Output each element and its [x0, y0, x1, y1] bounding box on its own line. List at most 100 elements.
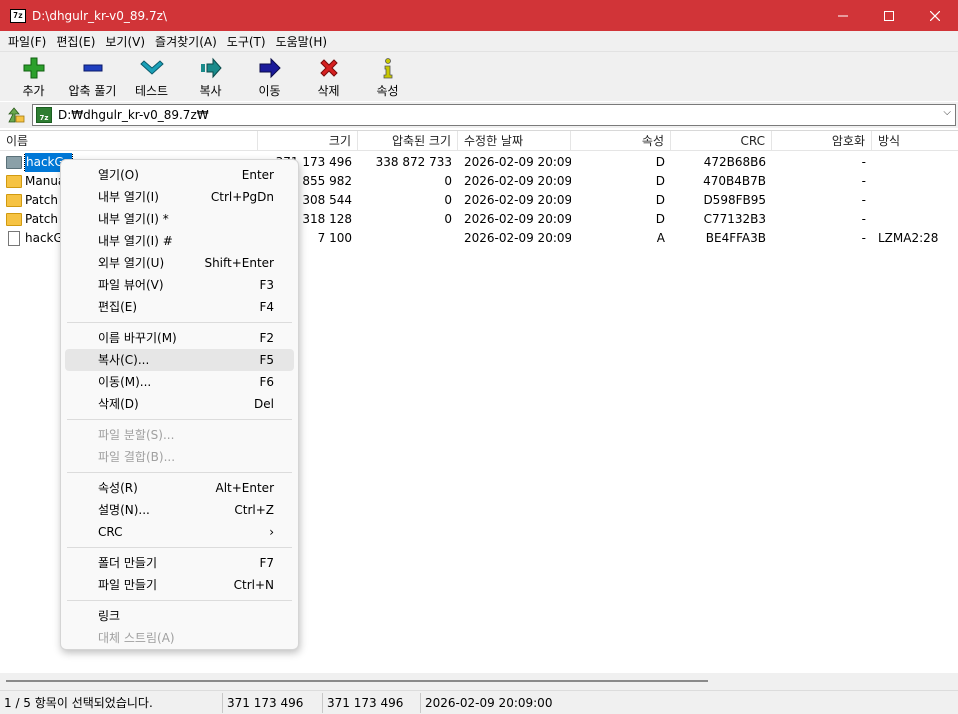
menu-shortcut: F2	[259, 331, 274, 345]
menu-delete[interactable]: 삭제(D) Del	[65, 393, 294, 415]
menu-copy[interactable]: 복사(C)... F5	[65, 349, 294, 371]
extract-label: 압축 풀기	[68, 83, 117, 98]
menu-label: CRC	[98, 525, 123, 539]
menu-open-inside-hash[interactable]: 내부 열기(I) #	[65, 230, 294, 252]
file-packed-size: 0	[444, 174, 452, 188]
move-arrow-icon	[258, 56, 282, 80]
menu-label: 이동(M)...	[98, 375, 152, 389]
menu-open[interactable]: 열기(O) Enter	[65, 164, 294, 186]
chevron-right-icon: ›	[269, 525, 274, 539]
extract-button[interactable]: 압축 풀기	[63, 52, 122, 102]
menu-separator	[67, 419, 292, 420]
menu-shortcut: F4	[259, 300, 274, 314]
info-icon	[376, 56, 400, 80]
column-modified[interactable]: 수정한 날짜	[458, 131, 571, 151]
menu-open-inside[interactable]: 내부 열기(I) Ctrl+PgDn	[65, 186, 294, 208]
status-packed: 371 173 496	[323, 692, 421, 713]
menu-label: 내부 열기(I)	[98, 190, 159, 204]
column-encrypted[interactable]: 암호화	[772, 131, 872, 151]
menu-tools[interactable]: 도구(T)	[222, 33, 271, 50]
menu-edit[interactable]: 편집(E) F4	[65, 296, 294, 318]
file-packed-size: 0	[444, 193, 452, 207]
menu-crc[interactable]: CRC ›	[65, 521, 294, 543]
column-header: 이름 크기 압축된 크기 수정한 날짜 속성 CRC 암호화 방식	[0, 131, 958, 151]
file-modified: 2026-02-09 20:09	[464, 212, 571, 226]
window-title: D:\dhgulr_kr-v0_89.7z\	[32, 8, 167, 23]
menu-edit[interactable]: 편집(E)	[51, 33, 100, 50]
file-method	[872, 172, 958, 191]
file-encrypted: -	[861, 174, 866, 188]
file-method	[872, 191, 958, 210]
column-name[interactable]: 이름	[0, 131, 258, 151]
menu-favorites[interactable]: 즐겨찾기(A)	[150, 33, 222, 50]
menu-help[interactable]: 도움말(H)	[271, 33, 333, 50]
folder-icon	[6, 194, 22, 207]
menu-open-outside[interactable]: 외부 열기(U) Shift+Enter	[65, 252, 294, 274]
file-crc: 472B68B6	[703, 155, 766, 169]
move-label: 이동	[258, 83, 281, 98]
menu-separator	[67, 600, 292, 601]
folder-icon	[6, 175, 22, 188]
menu-combine: 파일 결합(B)...	[65, 446, 294, 468]
column-crc[interactable]: CRC	[671, 131, 772, 151]
menu-label: 삭제(D)	[98, 397, 139, 411]
file-crc: D598FB95	[703, 193, 766, 207]
menu-view[interactable]: 파일 뷰어(V) F3	[65, 274, 294, 296]
menu-shortcut: Enter	[241, 168, 274, 182]
file-attributes: D	[655, 155, 665, 169]
column-attributes[interactable]: 속성	[571, 131, 671, 151]
up-folder-button[interactable]	[4, 103, 28, 127]
delete-button[interactable]: 삭제	[299, 52, 358, 102]
menu-shortcut: Ctrl+PgDn	[210, 190, 274, 204]
menu-properties[interactable]: 속성(R) Alt+Enter	[65, 477, 294, 499]
properties-button[interactable]: 속성	[358, 52, 417, 102]
close-button[interactable]	[912, 0, 958, 31]
menu-split: 파일 분할(S)...	[65, 424, 294, 446]
file-attributes: D	[655, 212, 665, 226]
menu-create-folder[interactable]: 폴더 만들기 F7	[65, 552, 294, 574]
copy-arrow-icon	[199, 56, 223, 80]
file-name: Patch	[25, 212, 58, 226]
scrollbar-thumb[interactable]	[6, 680, 708, 682]
menu-label: 속성(R)	[98, 481, 138, 495]
column-method[interactable]: 방식	[872, 131, 958, 151]
file-packed-size: 0	[444, 212, 452, 226]
chevron-down-icon[interactable]: ⌵	[943, 107, 951, 118]
copy-button[interactable]: 복사	[181, 52, 240, 102]
minimize-button[interactable]	[820, 0, 866, 31]
7zip-app-icon: 7z	[10, 8, 26, 23]
file-crc: C77132B3	[703, 212, 766, 226]
menu-shortcut: F6	[259, 375, 274, 389]
file-attributes: A	[656, 231, 665, 245]
test-button[interactable]: 테스트	[122, 52, 181, 102]
file-modified: 2026-02-09 20:09	[464, 231, 571, 245]
menu-view[interactable]: 보기(V)	[100, 33, 150, 50]
menu-move[interactable]: 이동(M)... F6	[65, 371, 294, 393]
column-packed-size[interactable]: 압축된 크기	[358, 131, 458, 151]
address-input[interactable]: 7z D:₩dhgulr_kr-v0_89.7z₩ ⌵	[32, 104, 956, 126]
file-modified: 2026-02-09 20:09	[464, 193, 571, 207]
address-bar: 7z D:₩dhgulr_kr-v0_89.7z₩ ⌵	[0, 102, 958, 128]
file-modified: 2026-02-09 20:09	[464, 174, 571, 188]
menu-comment[interactable]: 설명(N)... Ctrl+Z	[65, 499, 294, 521]
address-path: D:₩dhgulr_kr-v0_89.7z₩	[58, 108, 209, 122]
menu-open-inside-star[interactable]: 내부 열기(I) *	[65, 208, 294, 230]
horizontal-scrollbar[interactable]	[0, 673, 958, 690]
plus-icon	[22, 56, 46, 80]
add-button[interactable]: 추가	[4, 52, 63, 102]
file-encrypted: -	[861, 231, 866, 245]
file-crc: 470B4B7B	[703, 174, 766, 188]
move-button[interactable]: 이동	[240, 52, 299, 102]
menu-shortcut: F3	[259, 278, 274, 292]
status-selection: 1 / 5 항목이 선택되었습니다.	[0, 692, 223, 713]
menu-label: 파일 결합(B)...	[98, 450, 176, 464]
menu-file[interactable]: 파일(F)	[3, 33, 51, 50]
menu-rename[interactable]: 이름 바꾸기(M) F2	[65, 327, 294, 349]
maximize-button[interactable]	[866, 0, 912, 31]
menu-link[interactable]: 링크	[65, 605, 294, 627]
menu-label: 파일 뷰어(V)	[98, 278, 164, 292]
menu-create-file[interactable]: 파일 만들기 Ctrl+N	[65, 574, 294, 596]
file-name: Patch	[25, 193, 58, 207]
column-size[interactable]: 크기	[258, 131, 358, 151]
menu-label: 열기(O)	[98, 168, 139, 182]
